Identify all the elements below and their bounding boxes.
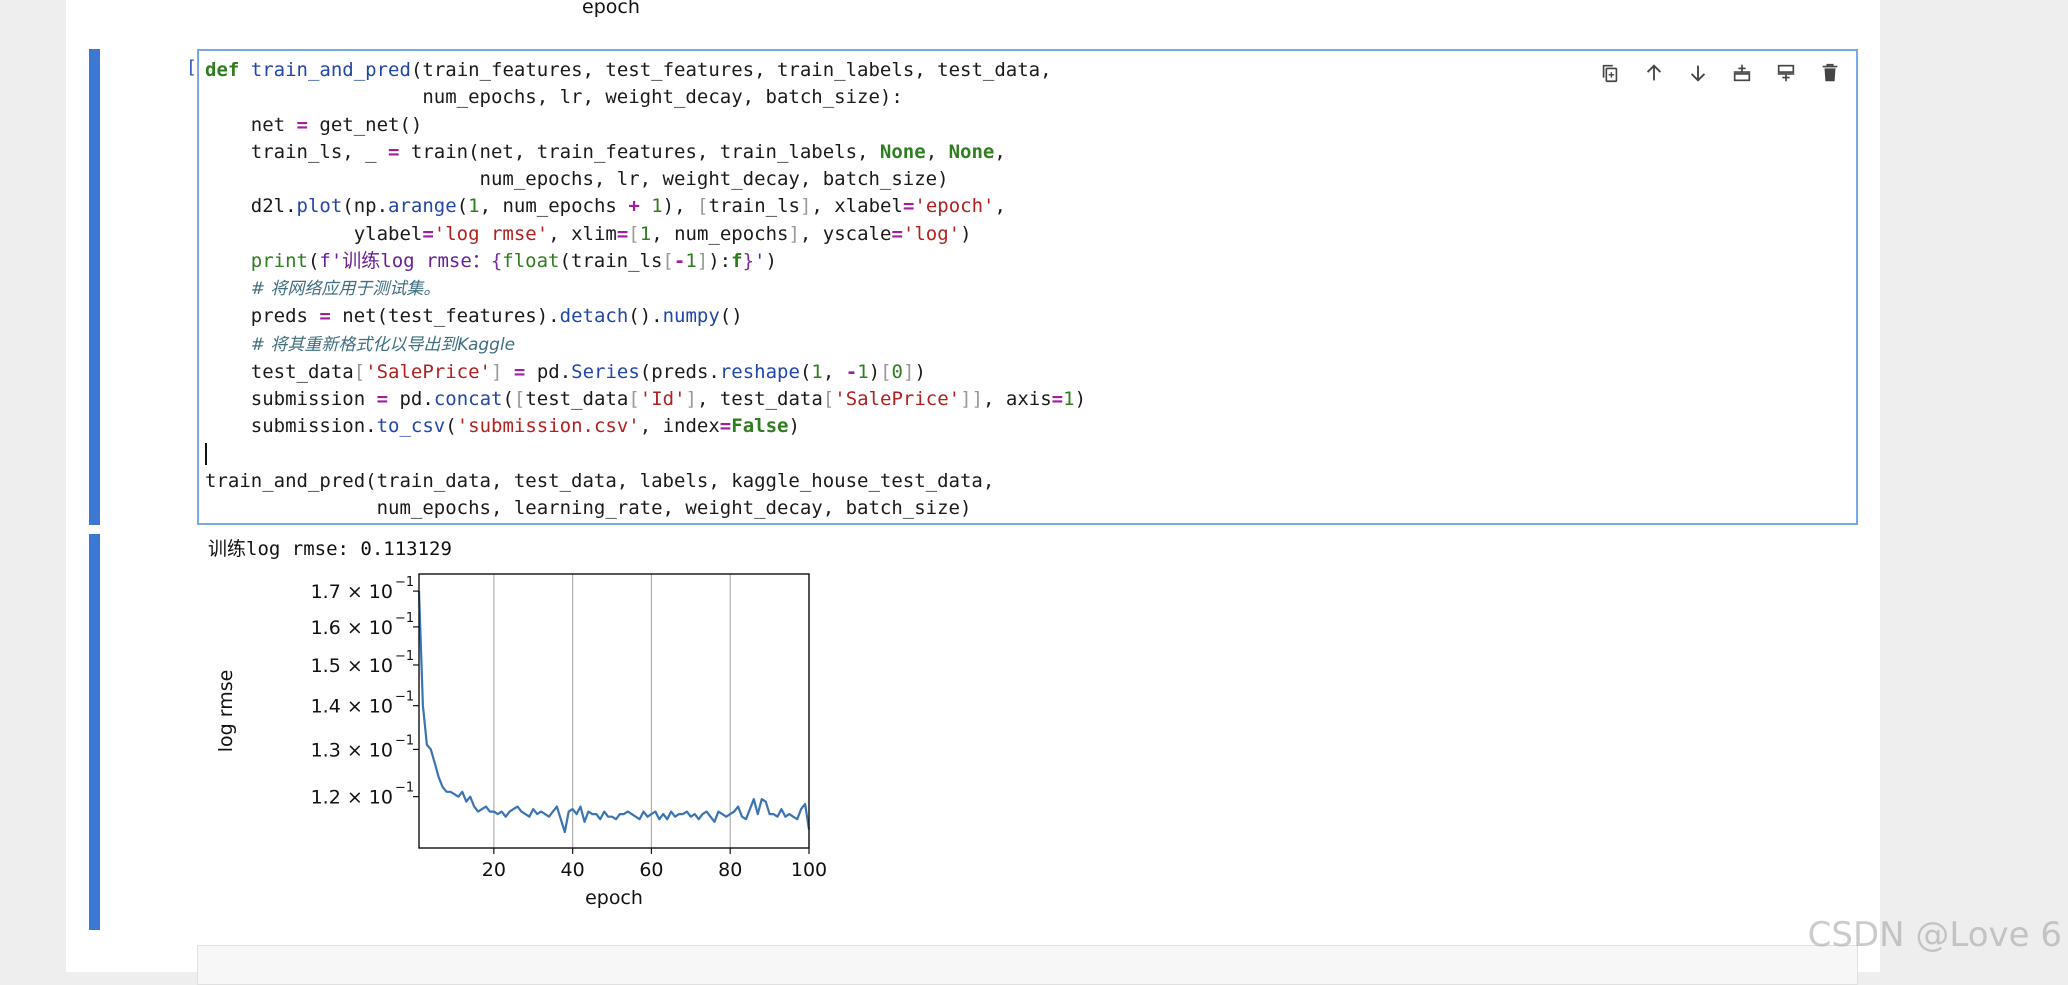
y-tick-label: 1.3 × 10 [311,739,393,761]
move-down-icon [1690,65,1706,82]
x-axis-label: epoch [585,887,643,909]
y-axis-label: log rmse [215,670,237,753]
y-tick-label: 1.7 × 10 [311,581,393,603]
insert-below-icon [1777,64,1795,82]
y-tick-label: 1.2 × 10 [311,787,393,809]
x-tick-label: 40 [561,859,585,881]
output-collapser[interactable] [89,534,100,930]
training-loss-chart: 20 40 60 80 1001.7 × 10 −11.6 × 10 −11.5 × 10−… [215,573,827,909]
y-tick-exponent: −1 [395,781,414,796]
cell-toolbar [1594,57,1846,89]
previous-output-xlabel: epoch [582,0,640,18]
text-cursor [205,443,207,465]
y-tick-label: 1.5 × 10 [311,655,393,677]
duplicate-icon [1602,64,1618,83]
insert-below-button[interactable] [1770,57,1802,89]
delete-icon [1822,63,1838,82]
y-tick-exponent: −1 [395,690,414,705]
x-tick-label: 60 [639,859,663,881]
code-content[interactable]: def train_and_pred(train_features, test_… [205,57,1086,522]
move-down-button[interactable] [1682,57,1714,89]
y-tick-exponent: −1 [395,733,414,748]
insert-above-button[interactable] [1726,57,1758,89]
watermark-text: CSDN @Love 6 [1807,915,2062,955]
notebook-panel: epoch [486]: def train_and_pred(train_fe… [66,0,1880,985]
y-tick-exponent: −1 [395,649,414,664]
move-up-button[interactable] [1638,57,1670,89]
insert-above-icon [1733,64,1751,82]
loss-series-line [417,591,811,834]
output-text: 训练log rmse: 0.113129 [208,538,452,560]
cell-collapser[interactable] [89,49,100,525]
next-cell-editor[interactable] [197,945,1858,985]
y-tick-exponent: −1 [395,575,414,590]
move-up-icon [1646,64,1662,81]
y-tick-exponent: −1 [395,611,414,626]
x-tick-label: 20 [482,859,506,881]
code-editor[interactable]: def train_and_pred(train_features, test_… [197,49,1858,525]
x-tick-label: 80 [718,859,742,881]
duplicate-cell-button[interactable] [1594,57,1626,89]
y-tick-label: 1.6 × 10 [311,617,393,639]
x-tick-label: 100 [791,859,827,881]
y-tick-label: 1.4 × 10 [311,696,393,718]
delete-cell-button[interactable] [1814,57,1846,89]
